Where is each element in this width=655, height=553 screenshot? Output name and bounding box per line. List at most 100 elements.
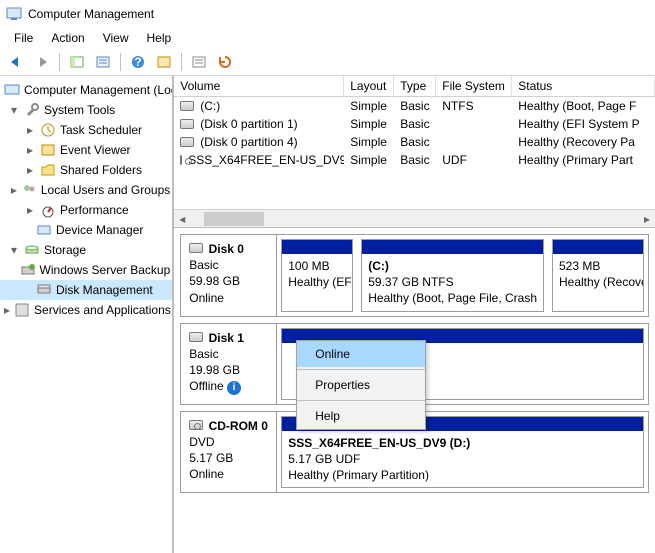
cell: Basic	[394, 133, 436, 151]
disk-label: Disk 0 Basic 59.98 GB Online	[181, 235, 277, 316]
tree-label: Event Viewer	[60, 143, 130, 157]
tree-shared-folders[interactable]: ▸Shared Folders	[0, 160, 172, 180]
expand-icon[interactable]: ▸	[24, 163, 36, 177]
event-icon	[40, 142, 56, 158]
cell: Healthy (Boot, Page F	[512, 97, 655, 115]
tree-label: Disk Management	[56, 283, 153, 297]
context-menu-properties[interactable]: Properties	[297, 372, 425, 398]
main-panel: Volume Layout Type File System Status (C…	[173, 76, 655, 553]
col-fs[interactable]: File System	[436, 76, 512, 96]
volume-table: Volume Layout Type File System Status (C…	[174, 76, 655, 228]
cd-icon	[180, 155, 182, 165]
cell: Basic	[394, 115, 436, 133]
cell: SSS_X64FREE_EN-US_DV9 (D:)	[188, 153, 344, 167]
tree-disk-management[interactable]: Disk Management	[0, 280, 172, 300]
expand-icon[interactable]: ▸	[24, 203, 36, 217]
context-menu-help[interactable]: Help	[297, 403, 425, 429]
cd-icon	[189, 420, 203, 430]
settings-button[interactable]	[152, 51, 176, 73]
col-status[interactable]: Status	[512, 76, 655, 96]
table-row[interactable]: (C:)SimpleBasicNTFSHealthy (Boot, Page F	[174, 97, 655, 115]
cell: Healthy (Recovery Pa	[512, 133, 655, 151]
table-row[interactable]: (Disk 0 partition 1) SimpleBasic Healthy (…	[174, 115, 655, 133]
tree-label: Task Scheduler	[60, 123, 142, 137]
list-button[interactable]	[187, 51, 211, 73]
expand-icon[interactable]: ▸	[24, 143, 36, 157]
tree-local-users[interactable]: ▸Local Users and Groups	[0, 180, 172, 200]
info-icon[interactable]: i	[227, 381, 241, 395]
tree-task-scheduler[interactable]: ▸ Task Scheduler	[0, 120, 172, 140]
expand-icon[interactable]: ▸	[11, 183, 17, 197]
scroll-right-icon[interactable]: ▸	[639, 212, 655, 226]
partition[interactable]: 523 MBHealthy (Recove	[552, 239, 644, 312]
cell: (Disk 0 partition 1)	[200, 117, 297, 131]
table-row[interactable]: (Disk 0 partition 4)SimpleBasicHealthy (…	[174, 133, 655, 151]
disk-size: 59.98 GB	[189, 274, 240, 288]
computer-icon	[4, 82, 20, 98]
partition-fs: 59.37 GB NTFS	[368, 275, 453, 289]
drive-icon	[180, 101, 194, 111]
folder-icon	[40, 162, 56, 178]
scroll-thumb[interactable]	[204, 212, 264, 226]
performance-icon	[40, 202, 56, 218]
disk-0[interactable]: Disk 0 Basic 59.98 GB Online 100 MBHealt…	[180, 234, 649, 317]
menu-action[interactable]: Action	[43, 29, 92, 47]
disk-label: CD-ROM 0 DVD 5.17 GB Online	[181, 412, 277, 493]
menu-file[interactable]: File	[6, 29, 41, 47]
disk-type: Basic	[189, 347, 218, 361]
tree-device-manager[interactable]: Device Manager	[0, 220, 172, 240]
partition-label: (C:)	[368, 259, 389, 273]
col-layout[interactable]: Layout	[344, 76, 394, 96]
show-hide-button[interactable]	[65, 51, 89, 73]
tree-event-viewer[interactable]: ▸ Event Viewer	[0, 140, 172, 160]
titlebar: Computer Management	[0, 0, 655, 28]
collapse-icon[interactable]: ▾	[8, 243, 20, 257]
tree-windows-server-backup[interactable]: Windows Server Backup	[0, 260, 172, 280]
scroll-left-icon[interactable]: ◂	[174, 212, 190, 226]
cell: Simple	[344, 151, 394, 169]
context-menu-online[interactable]: Online	[297, 341, 425, 367]
clock-icon	[40, 122, 56, 138]
partition-bar	[553, 240, 643, 254]
tree-root[interactable]: Computer Management (Local	[0, 80, 172, 100]
col-volume[interactable]: Volume	[174, 76, 344, 96]
partition-bar	[362, 240, 543, 254]
horizontal-scrollbar[interactable]: ◂▸	[174, 209, 655, 227]
tree-performance[interactable]: ▸ Performance	[0, 200, 172, 220]
menu-help[interactable]: Help	[139, 29, 180, 47]
menu-view[interactable]: View	[95, 29, 137, 47]
partition-status: Healthy (Primary Partition)	[288, 468, 429, 482]
partition[interactable]: 100 MBHealthy (EF	[281, 239, 353, 312]
volume-header-row: Volume Layout Type File System Status	[174, 76, 655, 97]
cell: Simple	[344, 115, 394, 133]
forward-button[interactable]	[30, 51, 54, 73]
refresh-button[interactable]	[213, 51, 237, 73]
window-title: Computer Management	[28, 7, 154, 21]
disk-state: Offline	[189, 379, 223, 393]
col-type[interactable]: Type	[394, 76, 436, 96]
cell: Healthy (EFI System P	[512, 115, 655, 133]
disk-title: CD-ROM 0	[209, 419, 268, 433]
expand-icon[interactable]: ▸	[4, 303, 10, 317]
tree-services[interactable]: ▸Services and Applications	[0, 300, 172, 320]
tree-label: Computer Management (Local	[24, 83, 173, 97]
partition-bar	[282, 240, 352, 254]
expand-icon[interactable]: ▸	[24, 123, 36, 137]
tree-label: Performance	[60, 203, 129, 217]
services-icon	[14, 302, 30, 318]
disk-type: Basic	[189, 258, 218, 272]
device-icon	[36, 222, 52, 238]
back-button[interactable]	[4, 51, 28, 73]
disk-title: Disk 1	[209, 331, 244, 345]
disk-graphical-view: Disk 0 Basic 59.98 GB Online 100 MBHealt…	[174, 228, 655, 553]
partition-fs: 5.17 GB UDF	[288, 452, 360, 466]
partition[interactable]: (C:)59.37 GB NTFSHealthy (Boot, Page Fil…	[361, 239, 544, 312]
collapse-icon[interactable]: ▾	[8, 103, 20, 117]
help-button[interactable]: ?	[126, 51, 150, 73]
properties-button[interactable]	[91, 51, 115, 73]
separator	[120, 53, 121, 71]
table-row[interactable]: SSS_X64FREE_EN-US_DV9 (D:)SimpleBasicUDF…	[174, 151, 655, 169]
tree-storage[interactable]: ▾Storage	[0, 240, 172, 260]
disk-icon	[36, 282, 52, 298]
tree-system-tools[interactable]: ▾System Tools	[0, 100, 172, 120]
